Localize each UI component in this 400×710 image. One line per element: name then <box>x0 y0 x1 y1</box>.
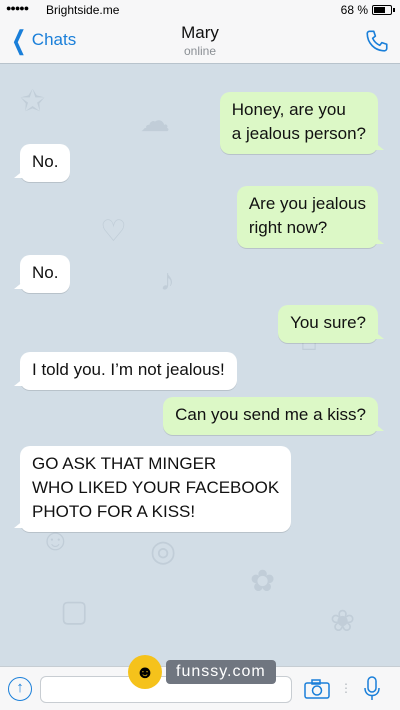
message-bubble-incoming[interactable]: GO ASK THAT MINGER WHO LIKED YOUR FACEBO… <box>13 446 292 532</box>
doodle-ball-icon: ◎ <box>150 535 177 568</box>
camera-icon[interactable] <box>304 678 330 700</box>
message-bubble-incoming[interactable]: No. <box>13 144 71 182</box>
contact-name: Mary <box>181 23 219 42</box>
microphone-icon[interactable] <box>362 676 382 702</box>
message-bubble-outgoing[interactable]: Honey, are you a jealous person? <box>219 92 385 154</box>
doodle-cat-icon: ✿ <box>250 565 276 598</box>
message-bubble-outgoing[interactable]: Are you jealous right now? <box>236 186 385 248</box>
doodle-cloud-icon: ☁ <box>140 105 170 138</box>
separator: ⋮ <box>340 681 352 695</box>
carrier-name: Brightside.me <box>46 3 120 17</box>
chat-header: ❮ Chats Mary online <box>0 20 400 64</box>
doodle-heart-icon: ♡ <box>100 215 127 248</box>
message-bubble-outgoing[interactable]: Can you send me a kiss? <box>163 397 384 435</box>
contact-status: online <box>183 44 217 58</box>
upload-icon[interactable]: ↑ <box>8 677 32 701</box>
message-bubble-incoming[interactable]: No. <box>13 255 71 293</box>
battery-percentage: 68 % <box>340 3 368 17</box>
watermark-logo-icon: ☻ <box>128 655 162 689</box>
phone-icon[interactable] <box>364 28 390 54</box>
message-bubble-incoming[interactable]: I told you. I’m not jealous! <box>14 352 237 390</box>
watermark: ☻ funssy.com <box>128 655 276 689</box>
message-composer: ↑ ☻ funssy.com ⋮ <box>0 655 400 710</box>
signal-strength-icon: ●●●●● <box>6 3 29 13</box>
doodle-box-icon: ▢ <box>60 595 89 628</box>
status-bar: ●●●●● Brightside.me 68 % <box>0 0 400 20</box>
doodle-flower-icon: ❀ <box>330 605 356 638</box>
watermark-text: funssy.com <box>166 660 276 684</box>
doodle-music-icon: ♪ <box>160 264 175 297</box>
message-bubble-outgoing[interactable]: You sure? <box>278 305 384 343</box>
doodle-star-icon: ✩ <box>20 85 46 118</box>
message-list[interactable]: ✩ ☁ ♡ ♪ ⌂ ☺ ◎ ✿ ❀ ▢ Honey, are you a jea… <box>0 64 400 666</box>
battery-icon <box>372 5 395 15</box>
battery-level <box>374 7 385 13</box>
